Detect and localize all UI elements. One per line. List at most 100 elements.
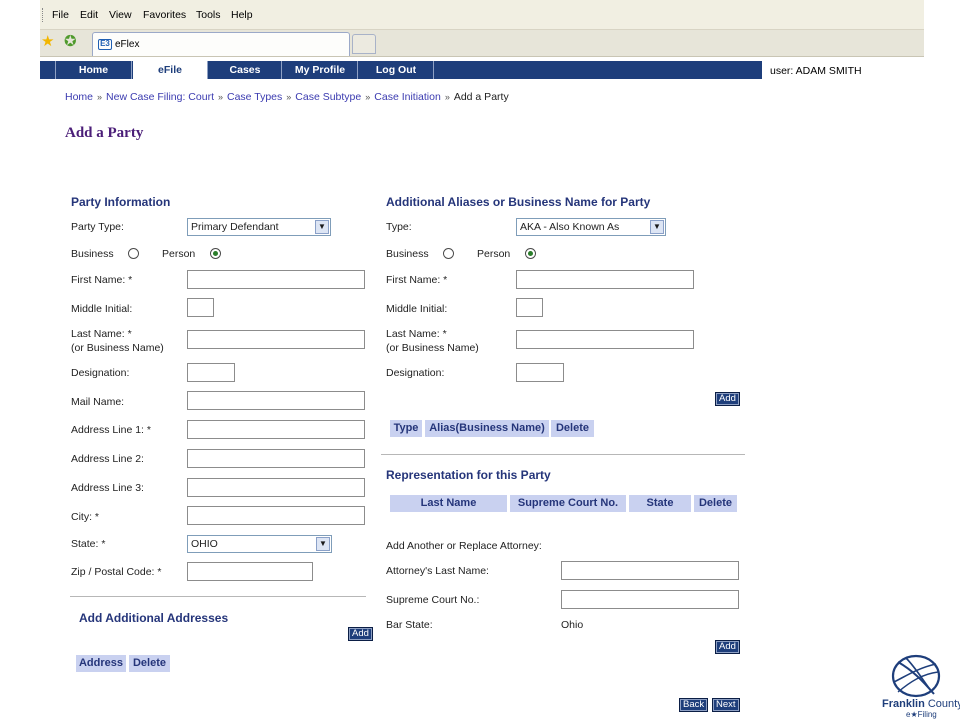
page-title: Add a Party bbox=[65, 125, 144, 141]
nav-cases[interactable]: Cases bbox=[209, 61, 282, 79]
menu-tools[interactable]: Tools bbox=[196, 9, 221, 21]
browser-menubar: File Edit View Favorites Tools Help bbox=[40, 0, 924, 30]
alias-type-select[interactable]: AKA - Also Known As ▼ bbox=[516, 218, 666, 236]
alias-first-name-input[interactable] bbox=[516, 270, 694, 289]
menu-file[interactable]: File bbox=[52, 9, 69, 21]
alias-first-name-label: First Name: * bbox=[386, 274, 448, 286]
add-favorites-icon[interactable]: ✪ bbox=[64, 34, 77, 49]
tab-label: eFlex bbox=[115, 39, 140, 50]
alias-last-name-label: Last Name: * (or Business Name) bbox=[386, 327, 479, 355]
representation-title: Representation for this Party bbox=[386, 468, 551, 482]
breadcrumb-separator-icon: » bbox=[444, 92, 450, 102]
chevron-down-icon[interactable]: ▼ bbox=[316, 537, 330, 551]
alias-type-column-header[interactable]: Type bbox=[390, 420, 422, 437]
business-radio[interactable] bbox=[128, 248, 139, 259]
breadcrumb-case-subtype[interactable]: Case Subtype bbox=[295, 91, 361, 103]
business-label: Business bbox=[71, 248, 114, 260]
designation-label: Designation: bbox=[71, 367, 130, 379]
menu-favorites[interactable]: Favorites bbox=[143, 9, 186, 21]
menu-help[interactable]: Help bbox=[231, 9, 253, 21]
browser-tabbar: ★ ✪ E3 eFlex bbox=[40, 30, 924, 57]
bar-state-label: Bar State: bbox=[386, 619, 433, 631]
logo-efiling: e★Filing bbox=[906, 710, 937, 719]
address-delete-column-header[interactable]: Delete bbox=[129, 655, 170, 672]
state-value: OHIO bbox=[191, 538, 218, 550]
nav-home[interactable]: Home bbox=[56, 61, 132, 79]
party-type-select[interactable]: Primary Defendant ▼ bbox=[187, 218, 331, 236]
back-button[interactable]: Back bbox=[679, 698, 709, 712]
alias-type-value: AKA - Also Known As bbox=[520, 221, 620, 233]
address-line-1-input[interactable] bbox=[187, 420, 365, 439]
person-radio[interactable] bbox=[210, 248, 221, 259]
party-information-title: Party Information bbox=[71, 195, 171, 209]
toolbar-grip[interactable] bbox=[42, 8, 44, 22]
first-name-input[interactable] bbox=[187, 270, 365, 289]
favorites-star-icon[interactable]: ★ bbox=[41, 34, 54, 49]
alias-business-label: Business bbox=[386, 248, 429, 260]
rep-supreme-court-column-header[interactable]: Supreme Court No. bbox=[510, 495, 626, 512]
last-name-label-text: Last Name: * bbox=[71, 328, 132, 340]
last-name-label-sub: (or Business Name) bbox=[71, 342, 164, 354]
alias-person-radio[interactable] bbox=[525, 248, 536, 259]
city-label: City: * bbox=[71, 511, 100, 523]
breadcrumb-case-initiation[interactable]: Case Initiation bbox=[374, 91, 441, 103]
breadcrumb-home[interactable]: Home bbox=[65, 91, 93, 103]
alias-name-column-header[interactable]: Alias(Business Name) bbox=[425, 420, 549, 437]
nav-spacer bbox=[40, 61, 56, 79]
user-label: user: ADAM SMITH bbox=[770, 65, 862, 77]
breadcrumb-current: Add a Party bbox=[453, 91, 509, 103]
menu-view[interactable]: View bbox=[109, 9, 132, 21]
rep-last-name-column-header[interactable]: Last Name bbox=[390, 495, 507, 512]
chevron-down-icon[interactable]: ▼ bbox=[650, 220, 664, 234]
logo-name: Franklin County bbox=[882, 698, 960, 710]
add-alias-button[interactable]: Add bbox=[715, 392, 740, 406]
nav-my-profile[interactable]: My Profile bbox=[283, 61, 358, 79]
alias-middle-initial-input[interactable] bbox=[516, 298, 543, 317]
alias-designation-label: Designation: bbox=[386, 367, 445, 379]
supreme-court-no-input[interactable] bbox=[561, 590, 739, 609]
attorney-last-name-label: Attorney's Last Name: bbox=[386, 565, 489, 577]
address-line-2-input[interactable] bbox=[187, 449, 365, 468]
alias-delete-column-header[interactable]: Delete bbox=[551, 420, 594, 437]
menu-edit[interactable]: Edit bbox=[80, 9, 98, 21]
new-tab-button[interactable] bbox=[352, 34, 376, 54]
address-line-3-input[interactable] bbox=[187, 478, 365, 497]
breadcrumb-new-case-filing[interactable]: New Case Filing: Court bbox=[106, 91, 214, 103]
mail-name-input[interactable] bbox=[187, 391, 365, 410]
middle-initial-input[interactable] bbox=[187, 298, 214, 317]
breadcrumb-separator-icon: » bbox=[217, 92, 223, 102]
state-select[interactable]: OHIO ▼ bbox=[187, 535, 332, 553]
alias-last-name-label-sub: (or Business Name) bbox=[386, 342, 479, 354]
eflex-tab-icon: E3 bbox=[98, 39, 112, 50]
divider bbox=[70, 596, 366, 597]
alias-middle-initial-label: Middle Initial: bbox=[386, 303, 448, 315]
last-name-input[interactable] bbox=[187, 330, 365, 349]
alias-last-name-input[interactable] bbox=[516, 330, 694, 349]
address-column-header[interactable]: Address bbox=[76, 655, 126, 672]
middle-initial-label: Middle Initial: bbox=[71, 303, 133, 315]
add-attorney-button[interactable]: Add bbox=[715, 640, 740, 654]
breadcrumb-separator-icon: » bbox=[286, 92, 292, 102]
zip-input[interactable] bbox=[187, 562, 313, 581]
aliases-title: Additional Aliases or Business Name for … bbox=[386, 195, 651, 209]
alias-designation-input[interactable] bbox=[516, 363, 564, 382]
browser-tab-eflex[interactable]: E3 eFlex bbox=[92, 32, 350, 56]
rep-state-column-header[interactable]: State bbox=[629, 495, 691, 512]
rep-delete-column-header[interactable]: Delete bbox=[694, 495, 737, 512]
next-button[interactable]: Next bbox=[712, 698, 740, 712]
mail-name-label: Mail Name: bbox=[71, 396, 125, 408]
nav-efile[interactable]: eFile bbox=[133, 61, 208, 79]
chevron-down-icon[interactable]: ▼ bbox=[315, 220, 329, 234]
designation-input[interactable] bbox=[187, 363, 235, 382]
alias-type-label: Type: bbox=[386, 221, 412, 233]
attorney-last-name-input[interactable] bbox=[561, 561, 739, 580]
logo-name-rest: County bbox=[924, 698, 960, 710]
breadcrumb-case-types[interactable]: Case Types bbox=[227, 91, 282, 103]
add-address-button[interactable]: Add bbox=[348, 627, 373, 641]
party-type-value: Primary Defendant bbox=[191, 221, 279, 233]
additional-addresses-title: Add Additional Addresses bbox=[79, 611, 229, 625]
city-input[interactable] bbox=[187, 506, 365, 525]
alias-business-radio[interactable] bbox=[443, 248, 454, 259]
logo-name-bold: Franklin bbox=[882, 698, 925, 710]
nav-log-out[interactable]: Log Out bbox=[359, 61, 434, 79]
